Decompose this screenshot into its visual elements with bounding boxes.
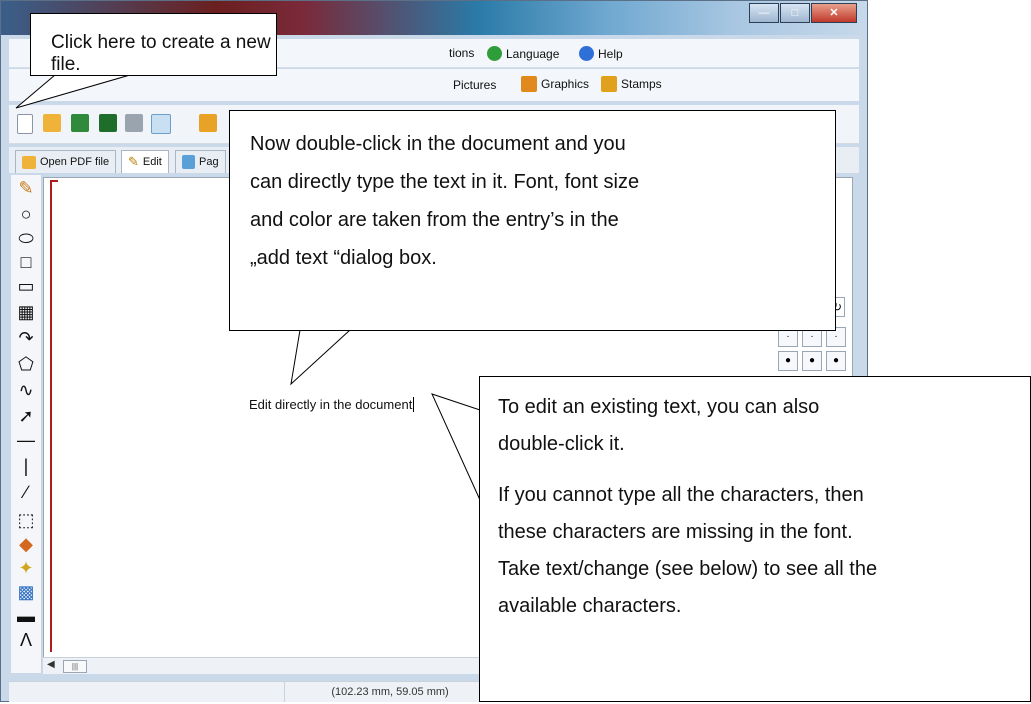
double-click-line-2: can directly type the text in it. Font, … <box>250 171 640 193</box>
stamps-button[interactable]: Stamps <box>601 76 662 92</box>
rounded-rectangle-icon[interactable]: ▭ <box>17 277 35 295</box>
crop-icon[interactable]: ▩ <box>17 583 35 601</box>
menu-options[interactable]: tions <box>449 46 474 60</box>
pencil-icon[interactable]: ✎ <box>17 179 35 197</box>
polygon-icon[interactable]: ⬠ <box>17 355 35 373</box>
edit-existing-line-4: these characters are missing in the font… <box>498 521 853 543</box>
open-folder-icon <box>22 155 36 169</box>
text-caret <box>413 397 415 412</box>
table-icon[interactable]: ▦ <box>17 303 35 321</box>
edit-existing-line-6: available characters. <box>498 595 682 617</box>
edit-existing-paragraph-1: To edit an existing text, you can also d… <box>498 389 1030 463</box>
tab-open-pdf-file-label: Open PDF file <box>40 156 110 168</box>
tab-edit[interactable]: ✎ Edit <box>121 150 169 173</box>
graphics-label: Graphics <box>541 77 590 91</box>
double-click-line-1: Now double-click in the document and you <box>250 133 626 155</box>
edit-existing-line-5: Take text/change (see below) to see all … <box>498 558 878 580</box>
magic-fill-icon[interactable]: ✦ <box>17 559 35 577</box>
vertical-line-icon[interactable]: | <box>17 457 35 475</box>
cursor-coordinates: (102.23 mm, 59.05 mm) <box>284 682 496 702</box>
align-middle-left-button[interactable]: ● <box>778 351 798 371</box>
new-file-callout-text: Click here to create a new file. <box>51 32 271 75</box>
page-icon <box>182 155 195 169</box>
tab-pages[interactable]: Pag <box>175 150 226 173</box>
new-file-callout: Click here to create a new file. <box>30 13 277 76</box>
edit-existing-line-1: To edit an existing text, you can also <box>498 396 820 418</box>
line-width-icon[interactable]: ▬ <box>17 607 35 625</box>
save-icon[interactable] <box>71 114 89 132</box>
tab-open-pdf-file[interactable]: Open PDF file <box>15 150 117 173</box>
window-controls: — □ ✕ <box>748 3 857 23</box>
drawing-tools-palette: ✎ ○ ⬭ □ ▭ ▦ ↷ ⬠ ∿ ➚ — | ∕ ⬚ ◆ ✦ ▩ ▬ Λ <box>11 175 42 673</box>
graphics-button[interactable]: Graphics <box>521 76 589 92</box>
polyline-icon[interactable]: ↷ <box>17 329 35 347</box>
globe-icon <box>487 46 502 61</box>
print-icon[interactable] <box>125 114 143 132</box>
horizontal-line-icon[interactable]: — <box>17 431 35 449</box>
text-direction-icon[interactable]: Λ <box>17 631 35 649</box>
menu-options-label: tions <box>449 46 475 60</box>
menu-language[interactable]: Language <box>487 46 559 61</box>
double-click-callout: Now double-click in the document and you… <box>229 110 836 331</box>
edit-existing-paragraph-2: If you cannot type all the characters, t… <box>498 477 1030 625</box>
menu-help[interactable]: Help <box>579 46 623 61</box>
first-page-icon[interactable] <box>199 114 217 132</box>
double-click-line-4: „add text “dialog box. <box>250 247 437 269</box>
graphics-icon <box>521 76 537 92</box>
open-folder-icon[interactable] <box>43 114 61 132</box>
close-button[interactable]: ✕ <box>811 3 857 23</box>
edit-existing-line-3: If you cannot type all the characters, t… <box>498 484 864 506</box>
diagonal-line-icon[interactable]: ∕ <box>17 483 35 501</box>
undo-icon[interactable] <box>151 114 171 134</box>
menu-language-label: Language <box>506 46 560 61</box>
help-icon <box>579 46 594 61</box>
save-as-icon[interactable] <box>99 114 117 132</box>
align-middle-center-button[interactable]: ● <box>802 351 822 371</box>
selection-icon[interactable]: ⬚ <box>17 511 35 529</box>
align-middle-right-button[interactable]: ● <box>826 351 846 371</box>
edit-existing-callout: To edit an existing text, you can also d… <box>479 376 1031 702</box>
pictures-label: Pictures <box>453 78 497 92</box>
fill-icon[interactable]: ◆ <box>17 535 35 553</box>
arrow-icon[interactable]: ➚ <box>17 407 35 425</box>
circle-icon[interactable]: ○ <box>17 205 35 223</box>
new-file-icon[interactable] <box>17 114 33 134</box>
alignment-grid: · · · ● ● ● <box>778 327 852 371</box>
tab-edit-label: Edit <box>142 156 162 168</box>
edit-existing-line-2: double-click it. <box>498 433 625 455</box>
rectangle-icon[interactable]: □ <box>17 253 35 271</box>
scroll-thumb[interactable]: ||| <box>63 660 87 673</box>
document-text[interactable]: Edit directly in the document <box>249 397 415 412</box>
stamps-label: Stamps <box>621 77 662 91</box>
ellipse-icon[interactable]: ⬭ <box>17 229 35 247</box>
document-text-content: Edit directly in the document <box>249 397 413 412</box>
stamps-icon <box>601 76 617 92</box>
pencil-icon: ✎ <box>128 154 139 169</box>
page-border <box>50 180 58 652</box>
menu-help-label: Help <box>598 46 623 61</box>
tab-pages-label: Pag <box>199 156 219 168</box>
double-click-line-3: and color are taken from the entry’s in … <box>250 209 619 231</box>
maximize-button[interactable]: □ <box>780 3 810 23</box>
pictures-button[interactable]: Pictures <box>453 78 496 92</box>
minimize-button[interactable]: — <box>749 3 779 23</box>
curve-icon[interactable]: ∿ <box>17 381 35 399</box>
scroll-left-icon[interactable]: ◀ <box>47 659 55 670</box>
